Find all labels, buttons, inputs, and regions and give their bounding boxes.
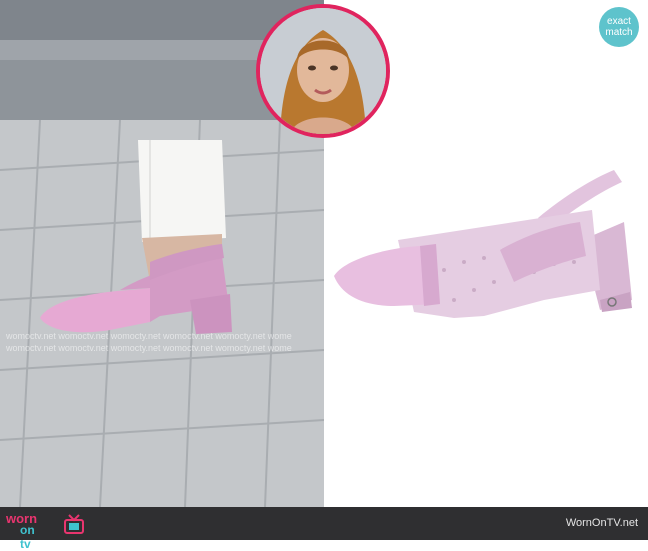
portrait-image <box>260 8 386 134</box>
watermark-line-2: womoctv.net womoctv.net womocty.net womo… <box>6 343 292 353</box>
badge-line-1: exact <box>607 16 631 27</box>
footer-bar: worn on tv WornOnTV.net <box>0 507 648 551</box>
avatar <box>256 4 390 138</box>
badge-line-2: match <box>605 27 633 38</box>
tv-icon <box>64 514 84 534</box>
exact-match-badge: exact match <box>599 7 639 47</box>
logo-text-ontv: on tv <box>20 523 35 551</box>
watermark-line-1: womoctv.net womoctv.net womocty.net womo… <box>6 331 292 341</box>
watermark-text: womoctv.net womoctv.net womocty.net womo… <box>0 330 324 356</box>
site-name[interactable]: WornOnTV.net <box>566 517 638 529</box>
